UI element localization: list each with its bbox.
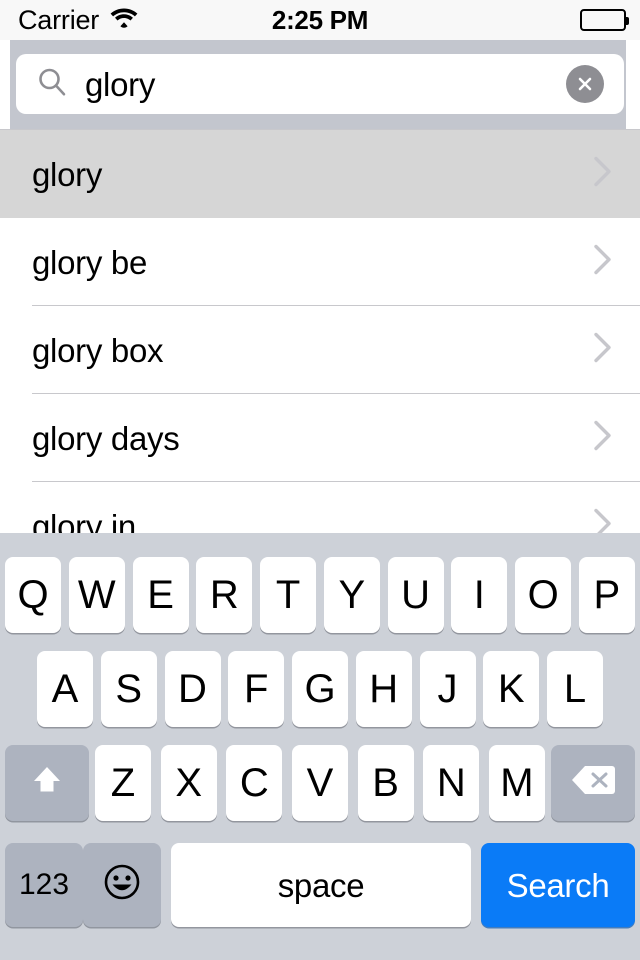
- backspace-delete-icon: [570, 763, 616, 804]
- key-x[interactable]: X: [160, 745, 217, 821]
- result-row-label: glory in: [32, 507, 136, 534]
- status-bar-right: [580, 0, 629, 40]
- search-bar-area: glory: [0, 40, 640, 129]
- result-row-label: glory be: [32, 243, 148, 281]
- result-row-label: glory days: [32, 419, 180, 457]
- key-p[interactable]: P: [578, 557, 635, 633]
- chevron-right-icon: [592, 419, 614, 458]
- chevron-right-icon: [592, 331, 614, 370]
- key-m[interactable]: M: [488, 745, 545, 821]
- search-icon: [36, 66, 68, 103]
- key-s[interactable]: S: [100, 651, 157, 727]
- key-o[interactable]: O: [515, 557, 572, 633]
- key-y[interactable]: Y: [323, 557, 380, 633]
- key-w[interactable]: W: [68, 557, 125, 633]
- key-d[interactable]: D: [164, 651, 221, 727]
- search-input-value: glory: [85, 65, 156, 103]
- status-bar-time: 2:25 PM: [271, 4, 369, 35]
- chevron-right-icon: [592, 507, 614, 533]
- key-l[interactable]: L: [547, 651, 603, 727]
- search-key[interactable]: Search: [481, 843, 635, 927]
- clear-search-button[interactable]: [566, 65, 604, 103]
- key-h[interactable]: H: [355, 651, 412, 727]
- backspace-key[interactable]: [551, 745, 635, 821]
- battery-icon: [580, 9, 629, 31]
- onscreen-keyboard[interactable]: QWERTYUIOP ASDFGHJKL ZXCVBNM 123 space S…: [0, 533, 640, 960]
- search-results-list[interactable]: glory glory be glory box glory days glory in: [0, 129, 640, 533]
- key-c[interactable]: C: [226, 745, 283, 821]
- result-row[interactable]: glory: [0, 130, 640, 218]
- iphone-screen: Carrier 2:25 PM glory glory glory be glo…: [0, 0, 640, 960]
- battery-nub: [626, 17, 629, 25]
- shift-up-arrow-icon: [27, 760, 67, 807]
- key-j[interactable]: J: [419, 651, 476, 727]
- result-row[interactable]: glory in: [0, 482, 640, 533]
- key-g[interactable]: G: [292, 651, 348, 727]
- result-row[interactable]: glory box: [0, 306, 640, 394]
- emoji-key[interactable]: [83, 843, 161, 927]
- shift-key[interactable]: [5, 745, 89, 821]
- key-q[interactable]: Q: [5, 557, 61, 633]
- result-row[interactable]: glory days: [0, 394, 640, 482]
- keyboard-row-1: QWERTYUIOP: [0, 548, 640, 642]
- keyboard-row-4: 123 space Search: [0, 830, 640, 940]
- key-e[interactable]: E: [132, 557, 189, 633]
- key-n[interactable]: N: [423, 745, 480, 821]
- search-input[interactable]: glory: [16, 54, 624, 114]
- result-row-label: glory: [32, 155, 103, 193]
- status-bar: Carrier 2:25 PM: [0, 0, 640, 40]
- key-f[interactable]: F: [228, 651, 285, 727]
- key-b[interactable]: B: [357, 745, 414, 821]
- key-z[interactable]: Z: [95, 745, 151, 821]
- key-t[interactable]: T: [260, 557, 317, 633]
- key-i[interactable]: I: [451, 557, 508, 633]
- space-key[interactable]: space: [171, 843, 471, 927]
- result-row[interactable]: glory be: [0, 218, 640, 306]
- keyboard-row-3-letters: ZXCVBNM: [95, 745, 545, 821]
- keyboard-row-3: ZXCVBNM: [0, 736, 640, 830]
- chevron-right-icon: [592, 155, 614, 194]
- key-u[interactable]: U: [387, 557, 444, 633]
- key-a[interactable]: A: [37, 651, 93, 727]
- keyboard-row-2: ASDFGHJKL: [0, 642, 640, 736]
- key-r[interactable]: R: [196, 557, 253, 633]
- result-row-label: glory box: [32, 331, 164, 369]
- smiley-face-icon: [99, 859, 145, 912]
- numeric-mode-key[interactable]: 123: [5, 843, 83, 927]
- key-v[interactable]: V: [291, 745, 348, 821]
- key-k[interactable]: K: [483, 651, 540, 727]
- chevron-right-icon: [592, 243, 614, 282]
